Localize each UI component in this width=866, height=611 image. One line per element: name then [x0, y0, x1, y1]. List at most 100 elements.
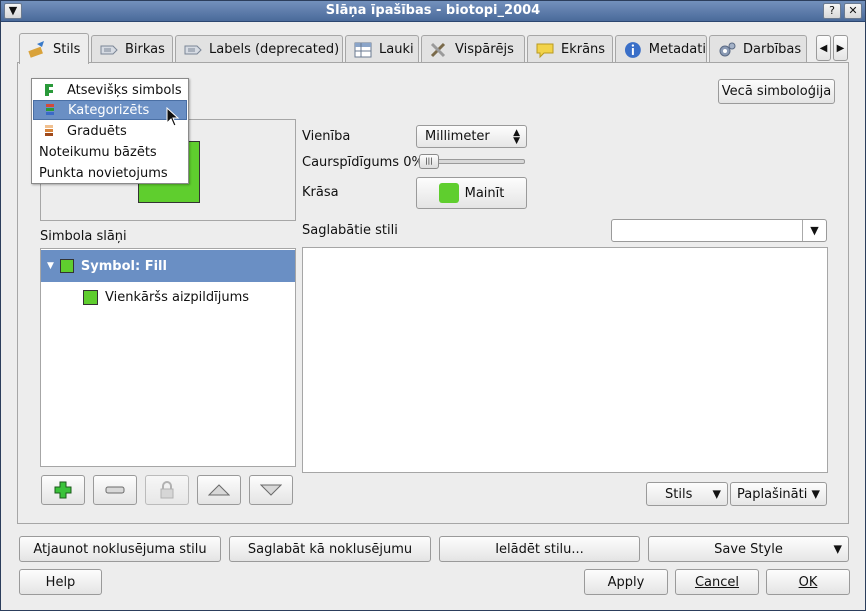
lock-layer-button[interactable] [145, 475, 189, 505]
remove-icon [105, 486, 125, 494]
advanced-label: Paplašināti [737, 486, 808, 502]
tab-ekrans[interactable]: Ekrāns [527, 35, 613, 63]
lock-icon [160, 481, 174, 499]
apply-button[interactable]: Apply [584, 569, 668, 595]
symbol-layers-title: Simbola slāņi [40, 229, 127, 244]
chevron-right-icon: ▶ [836, 42, 845, 54]
remove-layer-button[interactable] [93, 475, 137, 505]
chevron-down-icon: ▼ [811, 487, 820, 501]
help-button[interactable]: Help [19, 569, 102, 595]
old-symbology-button[interactable]: Vecā simboloģija [718, 79, 835, 104]
close-window-button[interactable]: ✕ [844, 3, 862, 19]
menu-item-point-displacement[interactable]: Punkta novietojums [33, 163, 187, 183]
tree-row-label: Symbol: Fill [80, 258, 167, 274]
tab-label: Lauki [379, 42, 414, 57]
tree-row-symbol-fill[interactable]: ▼ Symbol: Fill [41, 250, 295, 282]
tab-label: Vispārējs [455, 42, 514, 57]
tab-scroll-right-button[interactable]: ▶ [833, 35, 848, 61]
tree-row-simple-fill[interactable]: Vienkāršs aizpildījums [83, 290, 249, 305]
chevron-left-icon: ◀ [819, 42, 828, 54]
window-title: Slāņa īpašības - biotopi_2004 [325, 3, 541, 18]
tab-birkas[interactable]: Birkas [91, 35, 173, 63]
move-down-button[interactable] [249, 475, 293, 505]
cancel-label: Cancel [694, 574, 740, 590]
title-bar[interactable]: ▼ Slāņa īpašības - biotopi_2004 ? ✕ [1, 1, 865, 22]
transparency-label: Caurspīdīgums 0% [302, 155, 424, 170]
change-color-button[interactable]: Mainīt [416, 177, 527, 209]
tab-labels-deprecated[interactable]: Labels (deprecated) [175, 35, 343, 63]
tools-icon [430, 42, 446, 57]
menu-item-label: Noteikumu bāzēts [39, 144, 157, 160]
spin-arrows-icon: ▲ ▼ [513, 127, 520, 146]
fill-symbol-icon [59, 259, 74, 273]
renderer-type-menu: Atsevišķs simbols Kategorizēts Graduēts … [31, 78, 189, 184]
menu-item-graduated[interactable]: Graduēts [33, 121, 187, 141]
info-icon [624, 41, 641, 58]
layer-properties-dialog: ▼ Slāņa īpašības - biotopi_2004 ? ✕ Stil… [0, 0, 866, 611]
tab-label: Ekrāns [561, 42, 606, 57]
graduated-icon [45, 125, 53, 136]
table-icon [354, 42, 372, 57]
menu-item-single-symbol[interactable]: Atsevišķs simbols [33, 80, 187, 100]
tab-lauki[interactable]: Lauki [345, 35, 419, 63]
mouse-cursor-icon [166, 107, 180, 127]
save-as-default-button[interactable]: Saglabāt kā noklusējumu [229, 536, 431, 562]
chevron-down-icon: ▼ [833, 542, 842, 556]
add-icon [54, 481, 72, 499]
tab-label: Darbības [743, 42, 802, 57]
menu-item-label: Punkta novietojums [39, 165, 168, 181]
label-icon [184, 45, 202, 54]
label-icon [100, 45, 118, 54]
help-title-button[interactable]: ? [823, 3, 841, 19]
menu-item-label: Atsevišķs simbols [67, 82, 182, 98]
style-group-value: Stils [665, 486, 693, 502]
brush-icon [28, 41, 44, 58]
gears-icon [719, 42, 736, 56]
color-label: Krāsa [302, 185, 339, 200]
tab-label: Labels (deprecated) [209, 42, 340, 57]
unit-combo[interactable]: Millimeter ▲ ▼ [416, 125, 527, 148]
advanced-menu-button[interactable]: Paplašināti ▼ [730, 482, 827, 506]
unit-label: Vienība [302, 129, 351, 144]
speech-bubble-icon [536, 43, 554, 58]
arrow-down-icon [260, 484, 282, 496]
tree-row-label: Vienkāršs aizpildījums [105, 290, 250, 305]
transparency-slider[interactable]: ||| [418, 154, 525, 169]
tab-stils[interactable]: Stils [19, 33, 89, 64]
arrow-up-icon [208, 484, 230, 496]
tab-label: Birkas [125, 42, 165, 57]
close-icon: ✕ [848, 4, 858, 17]
symbol-layers-tree: ▼ Symbol: Fill Vienkāršs aizpildījums [40, 248, 296, 467]
slider-handle[interactable]: ||| [419, 154, 439, 169]
menu-item-label: Kategorizēts [68, 102, 150, 118]
save-style-menu-button[interactable]: Save Style ▼ [648, 536, 849, 562]
chevron-down-icon: ▼ [712, 487, 721, 501]
ok-button[interactable]: OK [766, 569, 850, 595]
tab-label: Stils [53, 41, 81, 57]
chevron-down-icon: ▼ [802, 220, 826, 241]
cancel-button[interactable]: Cancel [675, 569, 759, 595]
tab-bar: Stils Birkas Labels (deprecated) Lauki V… [17, 33, 849, 64]
change-color-label: Mainīt [464, 185, 505, 201]
ok-label: OK [798, 574, 818, 590]
restore-default-style-button[interactable]: Atjaunot noklusējuma stilu [19, 536, 221, 562]
style-group-combo[interactable]: Stils ▼ [646, 482, 728, 506]
unit-combo-value: Millimeter [425, 129, 490, 144]
tab-metadati[interactable]: Metadati [615, 35, 707, 63]
menu-item-label: Graduēts [67, 123, 127, 139]
add-layer-button[interactable] [41, 475, 85, 505]
move-up-button[interactable] [197, 475, 241, 505]
tab-scroll-left-button[interactable]: ◀ [816, 35, 831, 61]
saved-styles-combo[interactable]: ▼ [611, 219, 827, 242]
menu-item-rule-based[interactable]: Noteikumu bāzēts [33, 142, 187, 162]
tab-darbibas[interactable]: Darbības [709, 35, 807, 63]
load-style-button[interactable]: Ielādēt stilu... [439, 536, 640, 562]
saved-styles-label: Saglabātie stili [302, 223, 398, 238]
saved-styles-list[interactable] [302, 247, 828, 473]
menu-item-categorized[interactable]: Kategorizēts [33, 100, 187, 120]
color-swatch [438, 183, 459, 203]
expand-arrow-icon: ▼ [47, 261, 54, 271]
categorized-icon [46, 104, 54, 115]
tab-visparejs[interactable]: Vispārējs [421, 35, 525, 63]
single-symbol-icon [45, 84, 53, 96]
